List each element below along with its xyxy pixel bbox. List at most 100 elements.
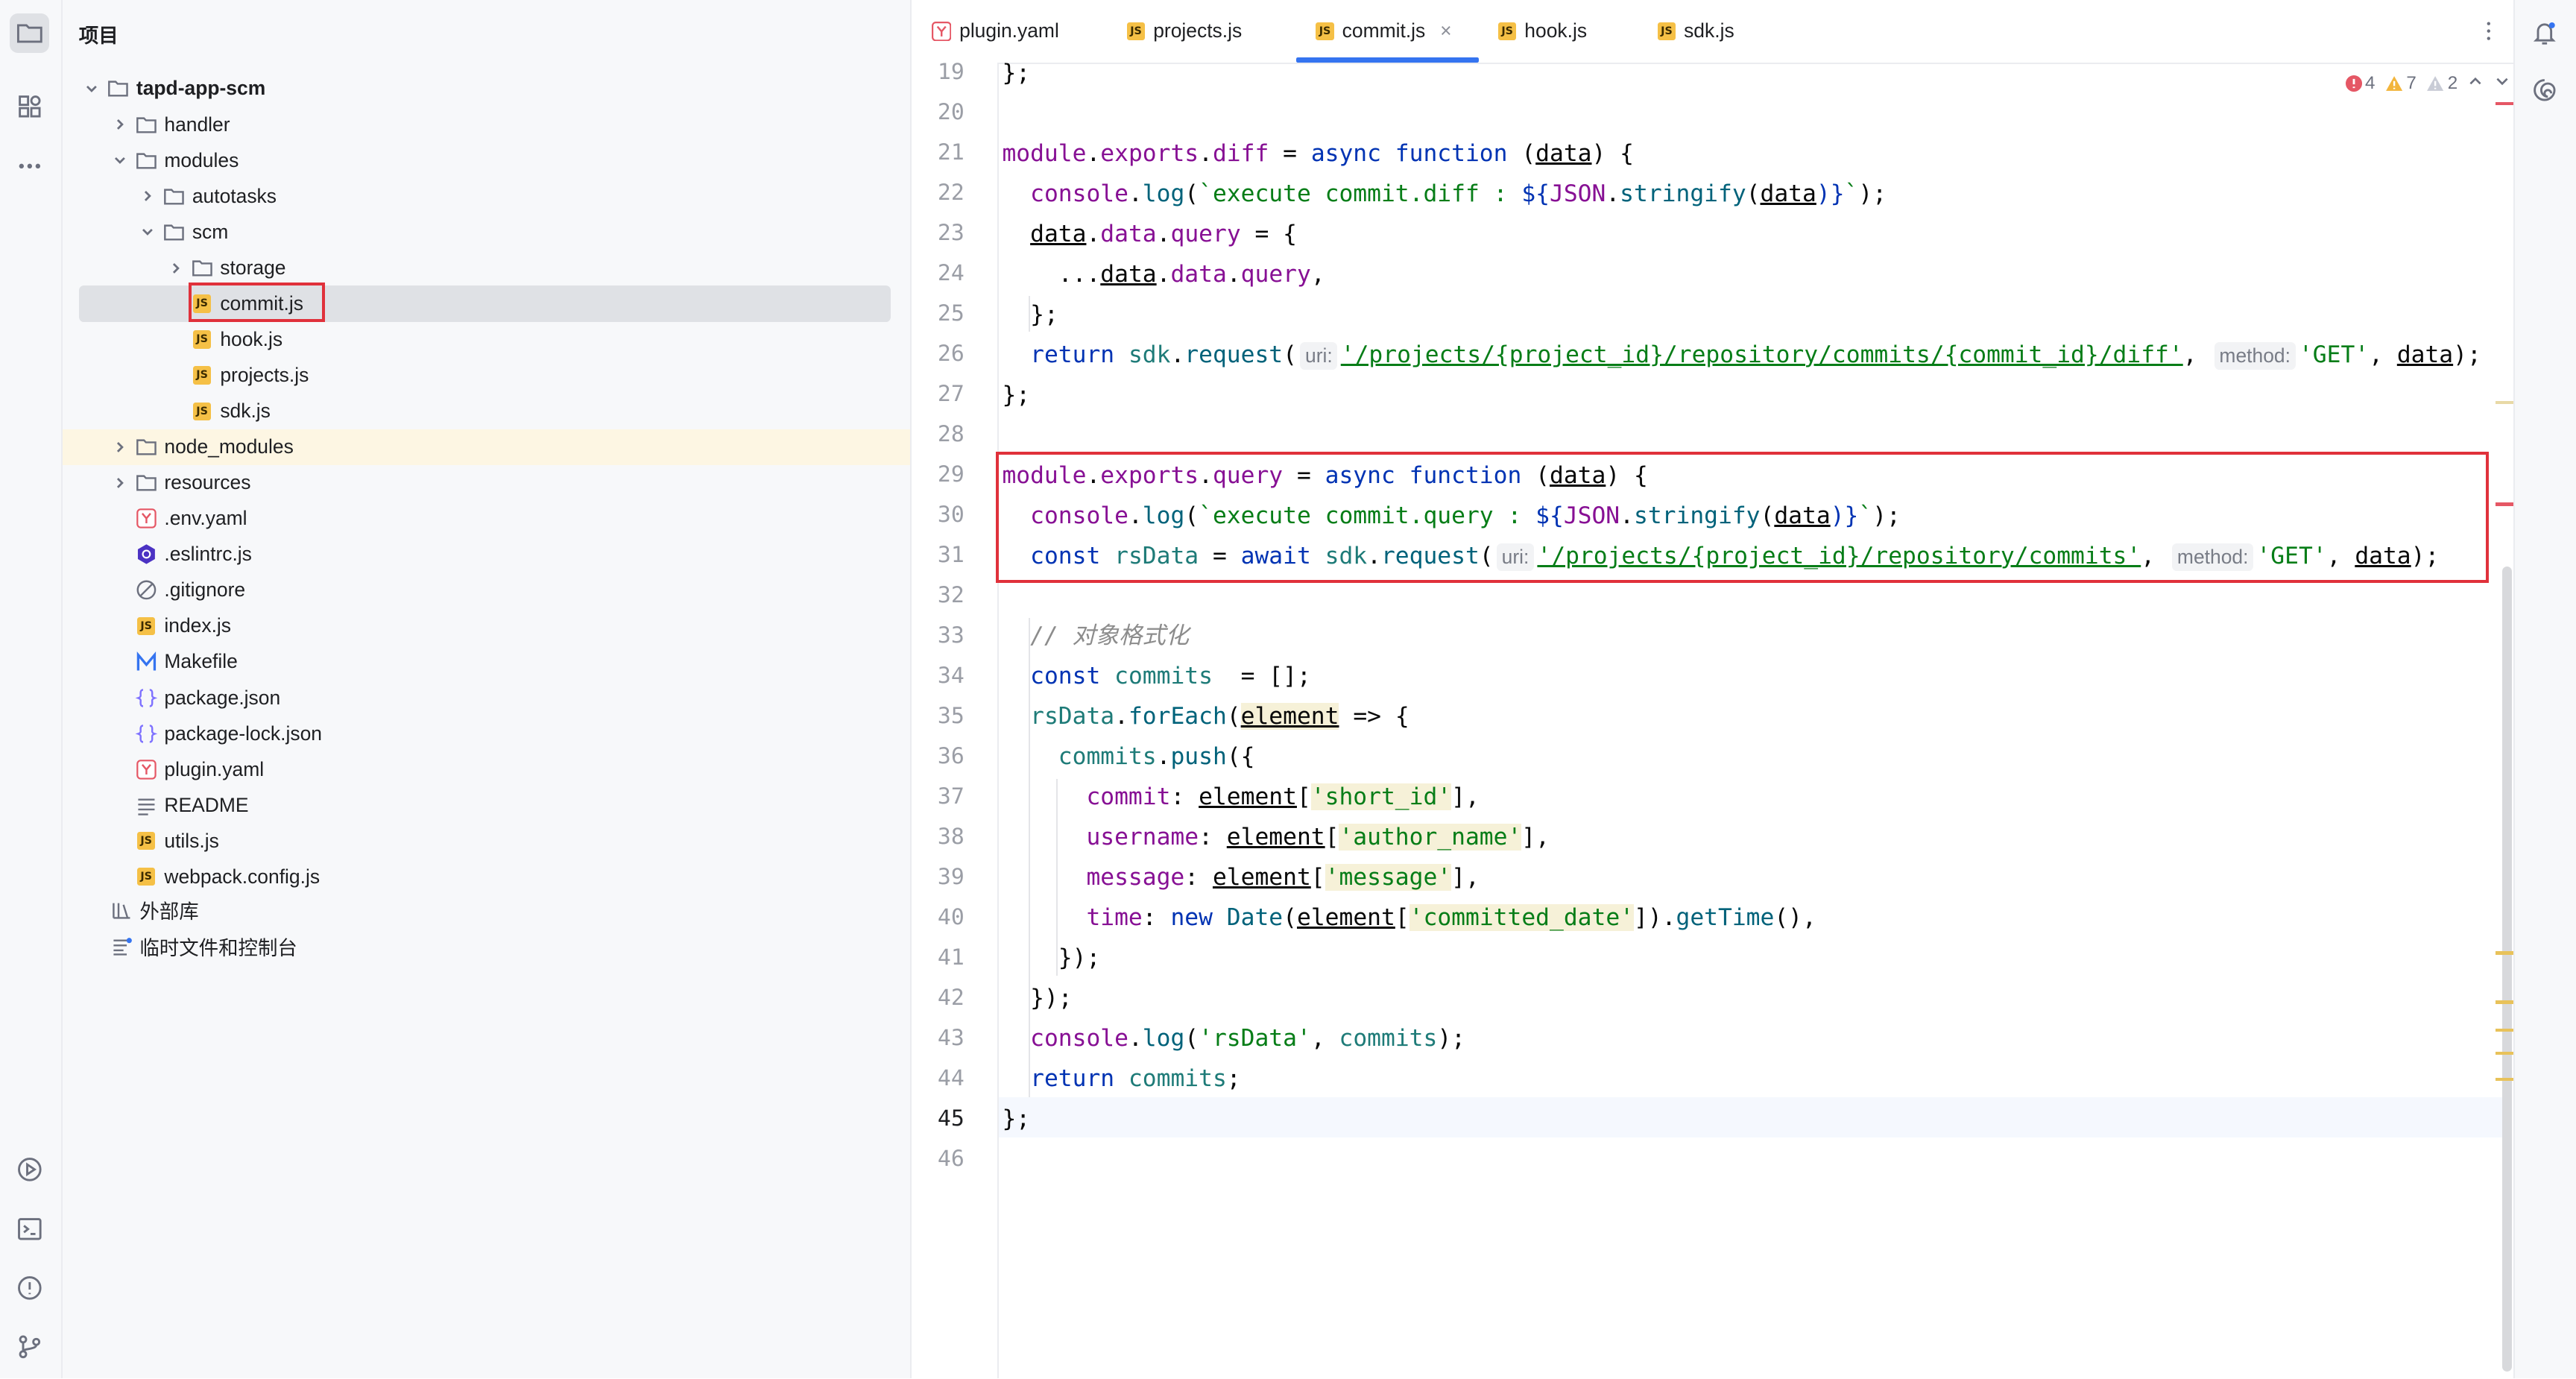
tree-item[interactable]: resources	[63, 465, 910, 501]
tree-item[interactable]: .eslintrc.js	[63, 537, 910, 572]
more-horizontal-icon	[19, 163, 40, 168]
code-line-34: const commits = [];	[1030, 663, 1311, 690]
chevron-down-icon[interactable]	[110, 151, 130, 170]
tree-external-libraries[interactable]: 外部库	[63, 892, 910, 928]
tab-more-vertical-icon[interactable]	[2482, 18, 2496, 44]
line-number: 25	[937, 300, 965, 327]
tab-commit-js[interactable]: JS commit.js ×	[1295, 0, 1479, 63]
tree-item[interactable]: .gitignore	[63, 572, 910, 608]
tree-item[interactable]: JS sdk.js	[63, 394, 910, 429]
tab-projects-js[interactable]: JS projects.js	[1126, 0, 1242, 63]
warning-stripe-mark[interactable]	[2495, 1028, 2514, 1032]
tree-item-label: scm	[192, 220, 229, 243]
tree-item-label: utils.js	[164, 829, 219, 852]
chevron-right-icon[interactable]	[110, 115, 130, 134]
js-file-icon: JS	[191, 328, 214, 351]
project-tool-button[interactable]	[10, 13, 50, 53]
tab-sdk-js[interactable]: JS sdk.js	[1657, 0, 1734, 63]
tree-item[interactable]: node_modules	[62, 429, 910, 465]
chevron-down-icon[interactable]	[82, 79, 101, 98]
tree-item-label: autotasks	[192, 184, 277, 207]
notifications-button[interactable]	[2525, 13, 2565, 53]
code-editor[interactable]: }; module.exports.diff = async function …	[999, 63, 2510, 1378]
tree-item[interactable]: JS hook.js	[63, 322, 910, 358]
tree-item[interactable]: handler	[63, 107, 910, 142]
ignore-file-icon	[135, 578, 158, 602]
line-number: 31	[937, 542, 965, 569]
code-line-40: time: new Date(element['committed_date']…	[1086, 904, 1816, 932]
tree-item[interactable]: scm	[63, 214, 910, 250]
tree-item[interactable]: README	[63, 787, 910, 823]
line-number: 30	[937, 502, 965, 528]
json-file-icon	[135, 687, 158, 710]
editor-tab-bar: plugin.yaml JS projects.js JS commit.js …	[912, 0, 2516, 64]
tree-item[interactable]: Makefile	[63, 644, 910, 680]
error-stripe-mark[interactable]	[2495, 502, 2514, 506]
project-panel: 项目 tapd-app-scm handler modules autotasks s…	[62, 0, 912, 1379]
tree-item-label: 外部库	[139, 900, 199, 924]
chevron-right-icon[interactable]	[110, 437, 130, 456]
next-highlight-icon[interactable]	[2494, 73, 2510, 95]
close-tab-icon[interactable]: ×	[1440, 19, 1451, 42]
tree-item-label: handler	[164, 113, 230, 136]
folder-icon	[135, 149, 158, 172]
tab-plugin-yaml[interactable]: plugin.yaml	[931, 0, 1059, 63]
previous-highlight-icon[interactable]	[2467, 73, 2484, 95]
js-file-icon: JS	[191, 292, 214, 315]
warning-stripe-mark[interactable]	[2495, 400, 2514, 405]
tree-scratches[interactable]: 临时文件和控制台	[63, 928, 910, 964]
inspection-widget[interactable]: 4 7 2	[2345, 69, 2510, 99]
run-circle-icon	[17, 1158, 42, 1182]
warning-stripe-mark[interactable]	[2495, 1051, 2514, 1055]
tree-item[interactable]: .env.yaml	[63, 501, 910, 537]
tree-item[interactable]: JS index.js	[63, 608, 910, 644]
chevron-down-icon[interactable]	[138, 222, 157, 242]
run-tool-button[interactable]	[10, 1150, 49, 1190]
tree-item[interactable]: package.json	[63, 680, 910, 716]
code-line-44: return commits;	[1030, 1065, 1241, 1093]
problems-tool-button[interactable]	[10, 1268, 49, 1307]
chevron-right-icon[interactable]	[138, 186, 157, 206]
json-file-icon	[135, 722, 158, 745]
tree-item[interactable]: JS webpack.config.js	[63, 859, 910, 894]
more-tools-button[interactable]	[10, 146, 49, 186]
editor-vertical-scrollbar[interactable]	[2501, 567, 2512, 1372]
tab-hook-js[interactable]: JS hook.js	[1498, 0, 1587, 63]
warning-stripe-mark[interactable]	[2495, 1077, 2514, 1082]
terminal-tool-button[interactable]	[10, 1209, 49, 1249]
yaml-file-icon	[135, 758, 158, 781]
tree-item[interactable]: plugin.yaml	[63, 751, 910, 787]
line-number: 40	[937, 904, 965, 931]
tree-item[interactable]: JS projects.js	[63, 358, 910, 394]
error-count[interactable]: 4	[2345, 73, 2375, 94]
code-line-33: // 对象格式化	[1030, 622, 1190, 650]
tree-item[interactable]: storage	[63, 250, 910, 285]
js-file-icon: JS	[135, 615, 158, 638]
yaml-file-icon	[135, 507, 158, 530]
code-line-41: });	[1058, 944, 1101, 972]
code-line-21: module.exports.diff = async function (da…	[1002, 139, 1634, 167]
tree-item[interactable]: JS utils.js	[63, 823, 910, 859]
warning-count[interactable]: 7	[2385, 73, 2416, 94]
highlight-box-query-function	[995, 452, 2490, 584]
tree-item[interactable]: autotasks	[63, 178, 910, 214]
error-stripe-mark[interactable]	[2495, 101, 2514, 106]
structure-tool-button[interactable]	[10, 87, 49, 127]
warning-icon	[2385, 76, 2402, 92]
git-tool-button[interactable]	[10, 1328, 49, 1367]
line-number: 20	[937, 99, 965, 126]
tree-item[interactable]: modules	[63, 142, 910, 178]
panel-title: 项目	[78, 25, 119, 48]
chevron-right-icon[interactable]	[110, 473, 130, 493]
tree-item[interactable]: package-lock.json	[63, 716, 910, 751]
ai-assistant-button[interactable]	[2525, 71, 2565, 110]
warning-stripe-mark[interactable]	[2495, 1000, 2514, 1004]
line-number: 29	[937, 461, 965, 488]
tree-item-label: node_modules	[164, 435, 294, 458]
warning-stripe-mark[interactable]	[2495, 951, 2514, 955]
weak-warning-count[interactable]: 2	[2426, 73, 2457, 94]
tree-root[interactable]: tapd-app-scm	[63, 71, 910, 107]
chevron-right-icon[interactable]	[166, 258, 186, 277]
tree-item-label: hook.js	[220, 328, 283, 351]
tree-item-label: .gitignore	[164, 578, 246, 602]
